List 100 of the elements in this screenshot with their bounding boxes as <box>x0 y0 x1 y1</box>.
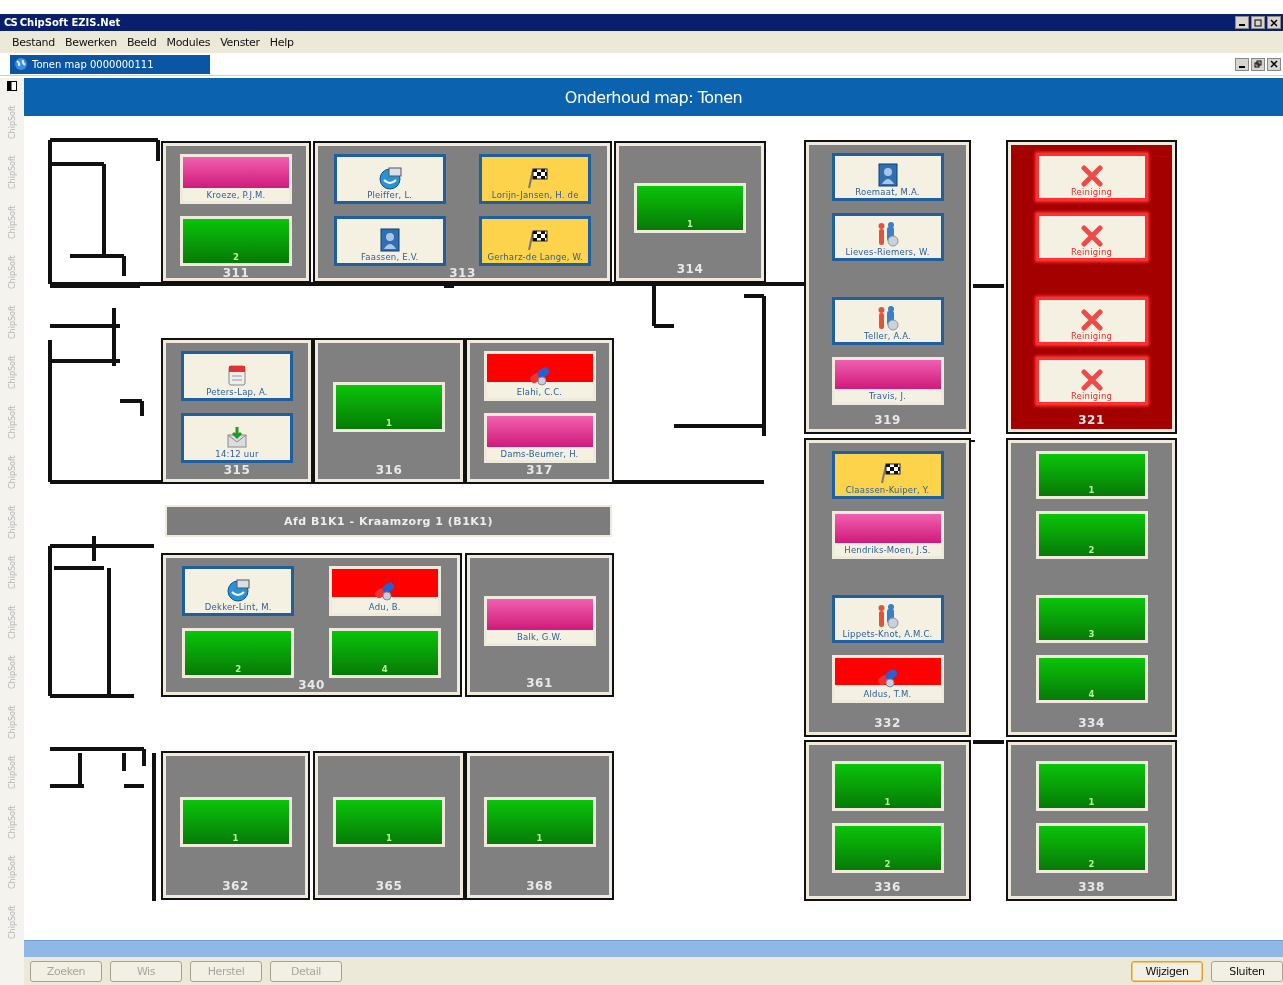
menu-item[interactable]: Beeld <box>126 35 157 49</box>
free-bed[interactable]: 3 <box>1035 595 1148 643</box>
bed-card[interactable]: Lieves-Riemers, W. <box>831 213 944 261</box>
action-button[interactable]: Wijzigen <box>1131 960 1203 982</box>
free-bed[interactable]: 2 <box>1035 822 1148 873</box>
bed-card[interactable]: Reiniging <box>1035 213 1148 261</box>
brand-label: ChipSoft <box>7 304 17 341</box>
minimize-button[interactable] <box>1235 57 1249 71</box>
free-bed[interactable]: 1 <box>333 796 445 847</box>
panel-toggle-icon[interactable] <box>7 81 17 91</box>
room-number: 319 <box>874 413 901 427</box>
bed-number: 2 <box>1088 545 1095 555</box>
free-bed[interactable]: 1 <box>831 760 944 811</box>
room-number: 361 <box>526 676 553 690</box>
close-icon <box>1270 18 1278 27</box>
room-number: 313 <box>449 266 476 280</box>
bed-card[interactable]: Travis, J. <box>831 357 944 405</box>
bed-card[interactable]: Peters-Lap, A. <box>181 351 293 401</box>
tab-label: Tonen map 0000000111 <box>32 58 154 70</box>
bed-number: 1 <box>385 418 393 428</box>
window-title: ChipSoft EZIS.Net <box>19 17 122 28</box>
brand-label: ChipSoft <box>7 704 17 741</box>
patient-name: Roemaat, M.A. <box>855 187 920 197</box>
brand-label: ChipSoft <box>7 754 17 791</box>
globe-icon <box>14 57 28 71</box>
bed-number: 1 <box>232 832 239 843</box>
maximize-button[interactable] <box>1251 16 1265 29</box>
status-label: Reiniging <box>1070 391 1113 401</box>
room-number: 315 <box>223 463 251 477</box>
document-tab[interactable]: Tonen map 0000000111 <box>10 54 210 74</box>
status-label: Reiniging <box>1070 247 1113 257</box>
free-bed[interactable]: 1 <box>333 382 445 432</box>
bed-card[interactable]: Hendriks-Moen, J.S. <box>831 511 944 559</box>
free-bed[interactable]: 1 <box>1035 451 1148 499</box>
free-bed[interactable]: 1 <box>634 183 746 233</box>
action-button[interactable]: Sluiten <box>1211 960 1283 982</box>
bed-card[interactable]: Reiniging <box>1035 153 1148 201</box>
free-bed[interactable]: 4 <box>1035 655 1148 703</box>
patient-name: Travis, J. <box>868 391 907 401</box>
bed-card[interactable]: Dams-Beumer, H. <box>483 413 596 463</box>
department-banner: Afd B1K1 - Kraamzorg 1 (B1K1) <box>165 505 612 537</box>
restore-button[interactable] <box>1251 57 1265 71</box>
patient-name: Peters-Lap, A. <box>206 387 268 397</box>
close-button[interactable] <box>1267 16 1281 29</box>
bed-card[interactable]: Kroeze, P.J.M. <box>180 154 292 204</box>
cross-icon <box>1079 165 1104 187</box>
room-number: 336 <box>874 880 901 894</box>
bed-card[interactable]: Gerharz-de Lange, W. <box>479 216 592 266</box>
free-bed[interactable]: 2 <box>180 216 292 266</box>
cross-icon <box>1079 309 1104 331</box>
free-bed[interactable]: 1 <box>1035 760 1148 811</box>
minimize-button[interactable] <box>1235 16 1249 29</box>
brand-label: ChipSoft <box>7 204 17 241</box>
bed-number: 4 <box>381 664 388 674</box>
patient-name: Hendriks-Moen, J.S. <box>844 545 931 555</box>
bed-card[interactable]: Faassen, E.V. <box>333 216 446 266</box>
bed-card[interactable]: Dekker-Lint, M. <box>182 566 295 616</box>
bed-card[interactable]: Reiniging <box>1035 297 1148 345</box>
patient-name: Balk, G.W. <box>516 632 563 642</box>
menu-item[interactable]: Modules <box>166 35 211 49</box>
bed-number: 2 <box>235 664 242 674</box>
bed-card[interactable]: Claassen-Kuiper, Y. <box>831 451 944 499</box>
bed-card[interactable]: Aldus, T.M. <box>831 655 944 703</box>
bed-card[interactable]: Lorijn-Jansen, H. de <box>479 154 592 204</box>
room-number: 316 <box>375 463 403 477</box>
bed-number: 1 <box>536 832 543 843</box>
patient-name: Teller, A.A. <box>864 331 911 341</box>
bed-card[interactable]: Lippets-Knot, A.M.C. <box>831 595 944 643</box>
bed-number: 1 <box>1088 485 1095 495</box>
bed-number: 1 <box>686 219 694 229</box>
bed-number: 2 <box>232 252 240 262</box>
bed-card[interactable]: Elahi, C.C. <box>483 351 596 401</box>
bed-number: 1 <box>385 832 393 843</box>
menu-item[interactable]: Help <box>269 35 294 49</box>
free-bed[interactable]: 2 <box>1035 511 1148 559</box>
patient-name: Dams-Beumer, H. <box>500 449 579 459</box>
bed-card[interactable]: Pleiffer, L. <box>333 154 446 204</box>
free-bed[interactable]: 2 <box>831 822 944 873</box>
menu-item[interactable]: Venster <box>220 35 260 49</box>
free-bed[interactable]: 4 <box>328 628 441 678</box>
menu-item[interactable]: Bestand <box>12 35 55 49</box>
close-button[interactable] <box>1267 57 1281 71</box>
time-label: 14:12 uur <box>215 449 259 459</box>
menu-item[interactable]: Bewerken <box>64 35 117 49</box>
bed-card[interactable]: 14:12 uur <box>181 413 293 463</box>
bed-card[interactable]: Roemaat, M.A. <box>831 153 944 201</box>
bed-card[interactable]: Balk, G.W. <box>483 596 596 646</box>
envelope-icon <box>226 425 248 449</box>
free-bed[interactable]: 1 <box>179 796 292 847</box>
room-number: 368 <box>526 879 553 893</box>
patient-name: Gerharz-de Lange, W. <box>487 252 584 262</box>
bed-card[interactable]: Adu, B. <box>328 566 441 616</box>
patient-name: Lippets-Knot, A.M.C. <box>842 629 933 639</box>
patient-name: Adu, B. <box>368 602 401 612</box>
bed-number: 2 <box>884 858 891 869</box>
bed-card[interactable]: Teller, A.A. <box>831 297 944 345</box>
free-bed[interactable]: 1 <box>483 796 596 847</box>
bed-card[interactable]: Reiniging <box>1035 357 1148 405</box>
room-number: 321 <box>1078 413 1105 427</box>
free-bed[interactable]: 2 <box>182 628 295 678</box>
